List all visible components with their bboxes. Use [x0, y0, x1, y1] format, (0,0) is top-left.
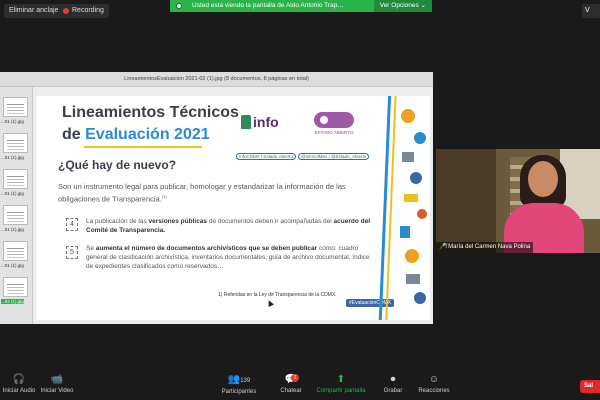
thumbnail-label: ...01 (1).jpg	[1, 263, 24, 268]
participants-button[interactable]: 👥139 Participantes	[218, 374, 260, 395]
b2-bold: aumenta el número de documentos archivís…	[95, 245, 318, 252]
chat-badge: 1	[291, 374, 299, 382]
thumbnail-page[interactable]	[3, 205, 28, 225]
participants-icon: 👥139	[227, 374, 251, 385]
share-screen-label: Compartir pantalla	[316, 388, 366, 394]
start-video-label: Iniciar Video	[40, 388, 74, 394]
participant-video[interactable]: 🎤̸ María del Carmen Nava Polina	[436, 149, 600, 253]
reactions-button[interactable]: ☺ Reacciones	[416, 374, 452, 394]
key-logo-icon	[314, 112, 354, 128]
meeting-toolbar: 🎧 Iniciar Audio 📹 Iniciar Video 👥139 Partic…	[0, 372, 600, 400]
title-evaluacion: Evaluación 2021	[85, 126, 210, 143]
recording-dot-icon	[63, 8, 69, 14]
chat-label: Chatear	[280, 388, 302, 394]
thumbnail-page[interactable]	[3, 133, 28, 153]
start-audio-button[interactable]: 🎧 Iniciar Audio	[2, 374, 36, 394]
leave-button[interactable]: Sal	[580, 380, 600, 393]
slide-intro: Son un instrumento legal para publicar, …	[58, 182, 378, 205]
b2-pre: Se	[86, 245, 96, 252]
b1-bold1: versiones públicas	[148, 218, 208, 225]
bullet-2-text: Se aumenta el número de documentos archi…	[86, 244, 376, 271]
thumbnail-page[interactable]	[3, 277, 28, 297]
participant-name-label: 🎤̸ María del Carmen Nava Polina	[436, 242, 534, 253]
bullet-2-icon: 5	[66, 246, 78, 259]
view-options-button[interactable]: Ver Opciones ⌄	[373, 0, 432, 12]
reactions-label: Reacciones	[418, 388, 450, 394]
info-logo-text: info	[253, 114, 279, 130]
viewer-window-title: LineamientosEvaluacion 2021-02 (1).jpg (…	[0, 72, 433, 87]
recording-indicator[interactable]: Recording	[58, 4, 109, 18]
thumbnail-page[interactable]	[3, 241, 28, 261]
social-facebook: InfoCDMX | Estado.Abierto	[236, 153, 296, 160]
top-bar: Eliminar anclaje Recording Usted está vi…	[0, 0, 600, 22]
thumbnail-label: ...01 (1).jpg	[1, 227, 24, 232]
b1-mid: de documentos deben ir acompañadas del	[207, 218, 334, 225]
slide-footnote: 1) Referidas en la Ley de Transparencia …	[218, 292, 337, 298]
bullet-1-icon: 4	[66, 218, 78, 231]
thumbnail-label: ...01 (1).jpg	[1, 191, 24, 196]
title-underline	[84, 146, 202, 148]
decorative-pattern	[378, 96, 427, 320]
record-button[interactable]: ⏺ Grabar	[380, 374, 406, 394]
thumbnail-page[interactable]	[3, 169, 28, 189]
slide-title-line1: Lineamientos Técnicos	[62, 104, 239, 121]
intro-sup: (1)	[161, 194, 167, 199]
sharing-status-icon	[176, 3, 182, 9]
participant-name: María del Carmen Nava Polina	[448, 244, 531, 250]
intro-text: Son un instrumento legal para publicar, …	[58, 182, 346, 204]
estado-abierto-text: ESTADO ABIERTO	[314, 130, 354, 135]
thumbnail-page[interactable]	[3, 97, 28, 117]
social-handles: InfoCDMX | Estado.Abierto @InfoCdMex | @E…	[236, 153, 371, 160]
slide-question: ¿Qué hay de nuevo?	[58, 158, 177, 172]
thumbnail-label: ...01 (1).jpg	[1, 119, 24, 124]
record-label: Grabar	[383, 388, 403, 394]
social-twitter: @InfoCdMex | @Estado_Abierto	[297, 153, 370, 160]
info-logo-icon	[241, 115, 251, 129]
share-screen-icon: ⬆	[336, 374, 346, 385]
presentation-slide: Lineamientos Técnicos de Evaluación 2021…	[36, 96, 430, 320]
thumbnail-label-selected: ...02 (1).jpg	[1, 299, 24, 304]
muted-mic-icon: 🎤̸	[439, 244, 449, 250]
bullet-1-text: La publicación de las versiones públicas…	[86, 217, 376, 235]
record-icon: ⏺	[390, 374, 396, 385]
screen-share-text: Usted está viendo la pantalla de Aldo An…	[192, 2, 344, 9]
video-off-icon: 📹	[50, 374, 64, 385]
participant-face	[528, 161, 558, 197]
start-video-button[interactable]: 📹 Iniciar Video	[38, 374, 76, 394]
estado-abierto-logo: ESTADO ABIERTO	[308, 112, 360, 135]
slide-title-line2: de Evaluación 2021	[62, 126, 210, 148]
screen-share-banner: Usted está viendo la pantalla de Aldo An…	[170, 0, 432, 12]
b1-pre: La publicación de las	[86, 218, 149, 225]
thumbnail-sidebar: ...01 (1).jpg ...01 (1).jpg ...01 (1).jp…	[0, 87, 33, 324]
participants-label: Participantes	[221, 389, 257, 395]
title-de: de	[62, 126, 81, 143]
share-screen-button[interactable]: ⬆ Compartir pantalla	[312, 374, 370, 394]
start-audio-label: Iniciar Audio	[2, 388, 36, 394]
headphones-icon: 🎧	[12, 374, 26, 385]
shared-screen: LineamientosEvaluacion 2021-02 (1).jpg (…	[0, 72, 433, 324]
participants-count: 139	[240, 378, 251, 384]
info-logo: info	[241, 114, 279, 130]
view-button[interactable]: V	[582, 4, 600, 18]
chat-button[interactable]: 1 💬Chatear	[277, 374, 305, 394]
unpin-button[interactable]: Eliminar anclaje	[4, 4, 64, 18]
reactions-icon: ☺	[428, 374, 440, 385]
thumbnail-label: ...01 (1).jpg	[1, 155, 24, 160]
recording-label: Recording	[72, 7, 104, 14]
video-background-cabinet	[436, 149, 496, 253]
